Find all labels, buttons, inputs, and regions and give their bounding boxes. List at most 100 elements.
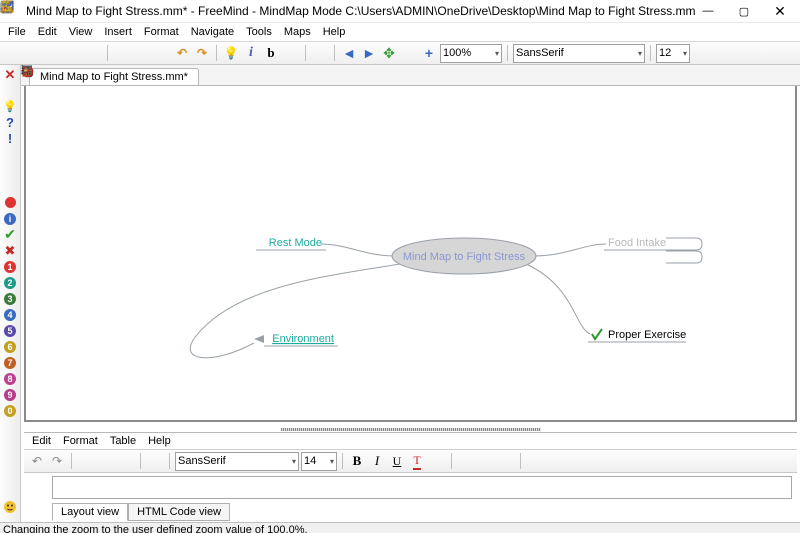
- nav-back-icon[interactable]: ◄: [340, 44, 358, 62]
- chevron-down-icon: ▾: [330, 457, 334, 466]
- save-icon[interactable]: [44, 44, 62, 62]
- info-icon[interactable]: i: [3, 211, 18, 226]
- menu-navigate[interactable]: Navigate: [185, 24, 240, 40]
- editor-textarea[interactable]: [52, 476, 792, 499]
- tab-html-view[interactable]: HTML Code view: [128, 503, 230, 521]
- priority8-icon[interactable]: 8: [3, 371, 18, 386]
- priority6-icon[interactable]: 6: [3, 339, 18, 354]
- editor-fontsize-combo[interactable]: 14 ▾: [301, 452, 337, 471]
- bold-icon[interactable]: b: [262, 44, 280, 62]
- paste-icon[interactable]: [153, 44, 171, 62]
- mindmap-svg: Mind Map to Fight Stress Rest Mode Envir…: [26, 86, 796, 422]
- titlebar: Mind Map to Fight Stress.mm* - FreeMind …: [0, 0, 800, 23]
- arrow-right-icon[interactable]: [3, 467, 18, 482]
- move-icon[interactable]: ✥: [380, 44, 398, 62]
- menu-edit[interactable]: Edit: [32, 24, 63, 40]
- nav-forward-icon[interactable]: ►: [360, 44, 378, 62]
- minimize-button[interactable]: —: [690, 0, 726, 22]
- cut-icon[interactable]: [113, 44, 131, 62]
- menu-view[interactable]: View: [63, 24, 99, 40]
- editor-undo-icon[interactable]: ↶: [28, 452, 46, 470]
- editor-paste-icon[interactable]: [117, 452, 135, 470]
- notok-icon[interactable]: ✖: [3, 243, 18, 258]
- undo-icon[interactable]: ↶: [173, 44, 191, 62]
- zoom-out-icon[interactable]: [400, 44, 418, 62]
- editor-redo-icon[interactable]: ↷: [48, 452, 66, 470]
- mindmap-canvas[interactable]: Mind Map to Fight Stress Rest Mode Envir…: [24, 86, 797, 422]
- cloud-icon[interactable]: [282, 44, 300, 62]
- open-icon[interactable]: [24, 44, 42, 62]
- editor-bold-icon[interactable]: B: [348, 452, 366, 470]
- editor-italic-icon[interactable]: I: [368, 452, 386, 470]
- priority9-icon[interactable]: 9: [3, 387, 18, 402]
- main-area: Mind Map to Fight Stress.mm* Mind Map to…: [21, 65, 800, 522]
- zoom-in-icon[interactable]: +: [420, 44, 438, 62]
- menubar: File Edit View Insert Format Navigate To…: [0, 23, 800, 41]
- editor-color-icon[interactable]: T: [408, 452, 426, 470]
- maximize-button[interactable]: ▢: [726, 0, 762, 22]
- menu-insert[interactable]: Insert: [98, 24, 138, 40]
- flag-yellow-icon[interactable]: [3, 435, 18, 450]
- flag-red-icon[interactable]: [3, 419, 18, 434]
- warning-icon[interactable]: !: [3, 147, 18, 162]
- saveall-icon[interactable]: [64, 44, 82, 62]
- filter-icon[interactable]: [311, 44, 329, 62]
- bulb-icon[interactable]: 💡: [3, 99, 18, 114]
- menu-maps[interactable]: Maps: [278, 24, 317, 40]
- back-icon[interactable]: [3, 163, 18, 178]
- font-combo[interactable]: SansSerif▾: [513, 44, 645, 63]
- priority5-icon[interactable]: 5: [3, 323, 18, 338]
- menu-format[interactable]: Format: [138, 24, 185, 40]
- align-center-icon[interactable]: [477, 452, 495, 470]
- idea-icon[interactable]: 💡: [222, 44, 240, 62]
- menu-help[interactable]: Help: [317, 24, 352, 40]
- zoom-combo[interactable]: 100%▾: [440, 44, 502, 63]
- close-button[interactable]: ✕: [762, 0, 798, 22]
- editor-underline-icon[interactable]: U: [388, 452, 406, 470]
- new-icon[interactable]: [4, 44, 22, 62]
- align-left-icon[interactable]: [457, 452, 475, 470]
- list-unordered-icon[interactable]: [546, 452, 564, 470]
- help-icon[interactable]: ?: [3, 115, 18, 130]
- document-tab[interactable]: Mind Map to Fight Stress.mm*: [29, 68, 199, 85]
- list-ordered-icon[interactable]: 12: [526, 452, 544, 470]
- editor-find-icon[interactable]: [146, 452, 164, 470]
- priority2-icon[interactable]: 2: [3, 275, 18, 290]
- priority0-icon[interactable]: 0: [3, 403, 18, 418]
- window-controls: — ▢ ✕: [690, 0, 798, 22]
- important-icon[interactable]: !: [3, 131, 18, 146]
- editor-cut-icon[interactable]: [77, 452, 95, 470]
- editor-menu-help[interactable]: Help: [142, 434, 177, 448]
- redo-icon[interactable]: ↷: [193, 44, 211, 62]
- align-right-icon[interactable]: [497, 452, 515, 470]
- chevron-down-icon: ▾: [292, 457, 296, 466]
- priority7-icon[interactable]: 7: [3, 355, 18, 370]
- menu-tools[interactable]: Tools: [240, 24, 278, 40]
- stop-icon[interactable]: [3, 195, 18, 210]
- arrow-left-icon[interactable]: [3, 451, 18, 466]
- ok-icon[interactable]: ✔: [3, 227, 18, 242]
- editor-menu-format[interactable]: Format: [57, 434, 104, 448]
- copy-icon[interactable]: [133, 44, 151, 62]
- tab-layout-view[interactable]: Layout view: [52, 503, 128, 521]
- editor-view-tabs: Layout view HTML Code view: [24, 502, 797, 522]
- editor-menu-edit[interactable]: Edit: [26, 434, 57, 448]
- italic-icon[interactable]: i: [242, 44, 260, 62]
- editor-clear-icon[interactable]: [428, 452, 446, 470]
- menu-file[interactable]: File: [2, 24, 32, 40]
- key-icon[interactable]: [3, 483, 18, 498]
- editor-menu-table[interactable]: Table: [104, 434, 142, 448]
- trash-icon[interactable]: [3, 83, 18, 98]
- forward-icon[interactable]: [3, 179, 18, 194]
- editor-font-value: SansSerif: [178, 455, 226, 467]
- smiley-icon[interactable]: [3, 499, 18, 514]
- editor-copy-icon[interactable]: [97, 452, 115, 470]
- editor-font-combo[interactable]: SansSerif ▾: [175, 452, 299, 471]
- fontsize-combo[interactable]: 12▾: [656, 44, 690, 63]
- editor-fontsize-value: 14: [304, 455, 316, 467]
- priority1-icon[interactable]: 1: [3, 259, 18, 274]
- remove-icon[interactable]: ✕: [3, 67, 18, 82]
- priority3-icon[interactable]: 3: [3, 291, 18, 306]
- priority4-icon[interactable]: 4: [3, 307, 18, 322]
- print-icon[interactable]: [84, 44, 102, 62]
